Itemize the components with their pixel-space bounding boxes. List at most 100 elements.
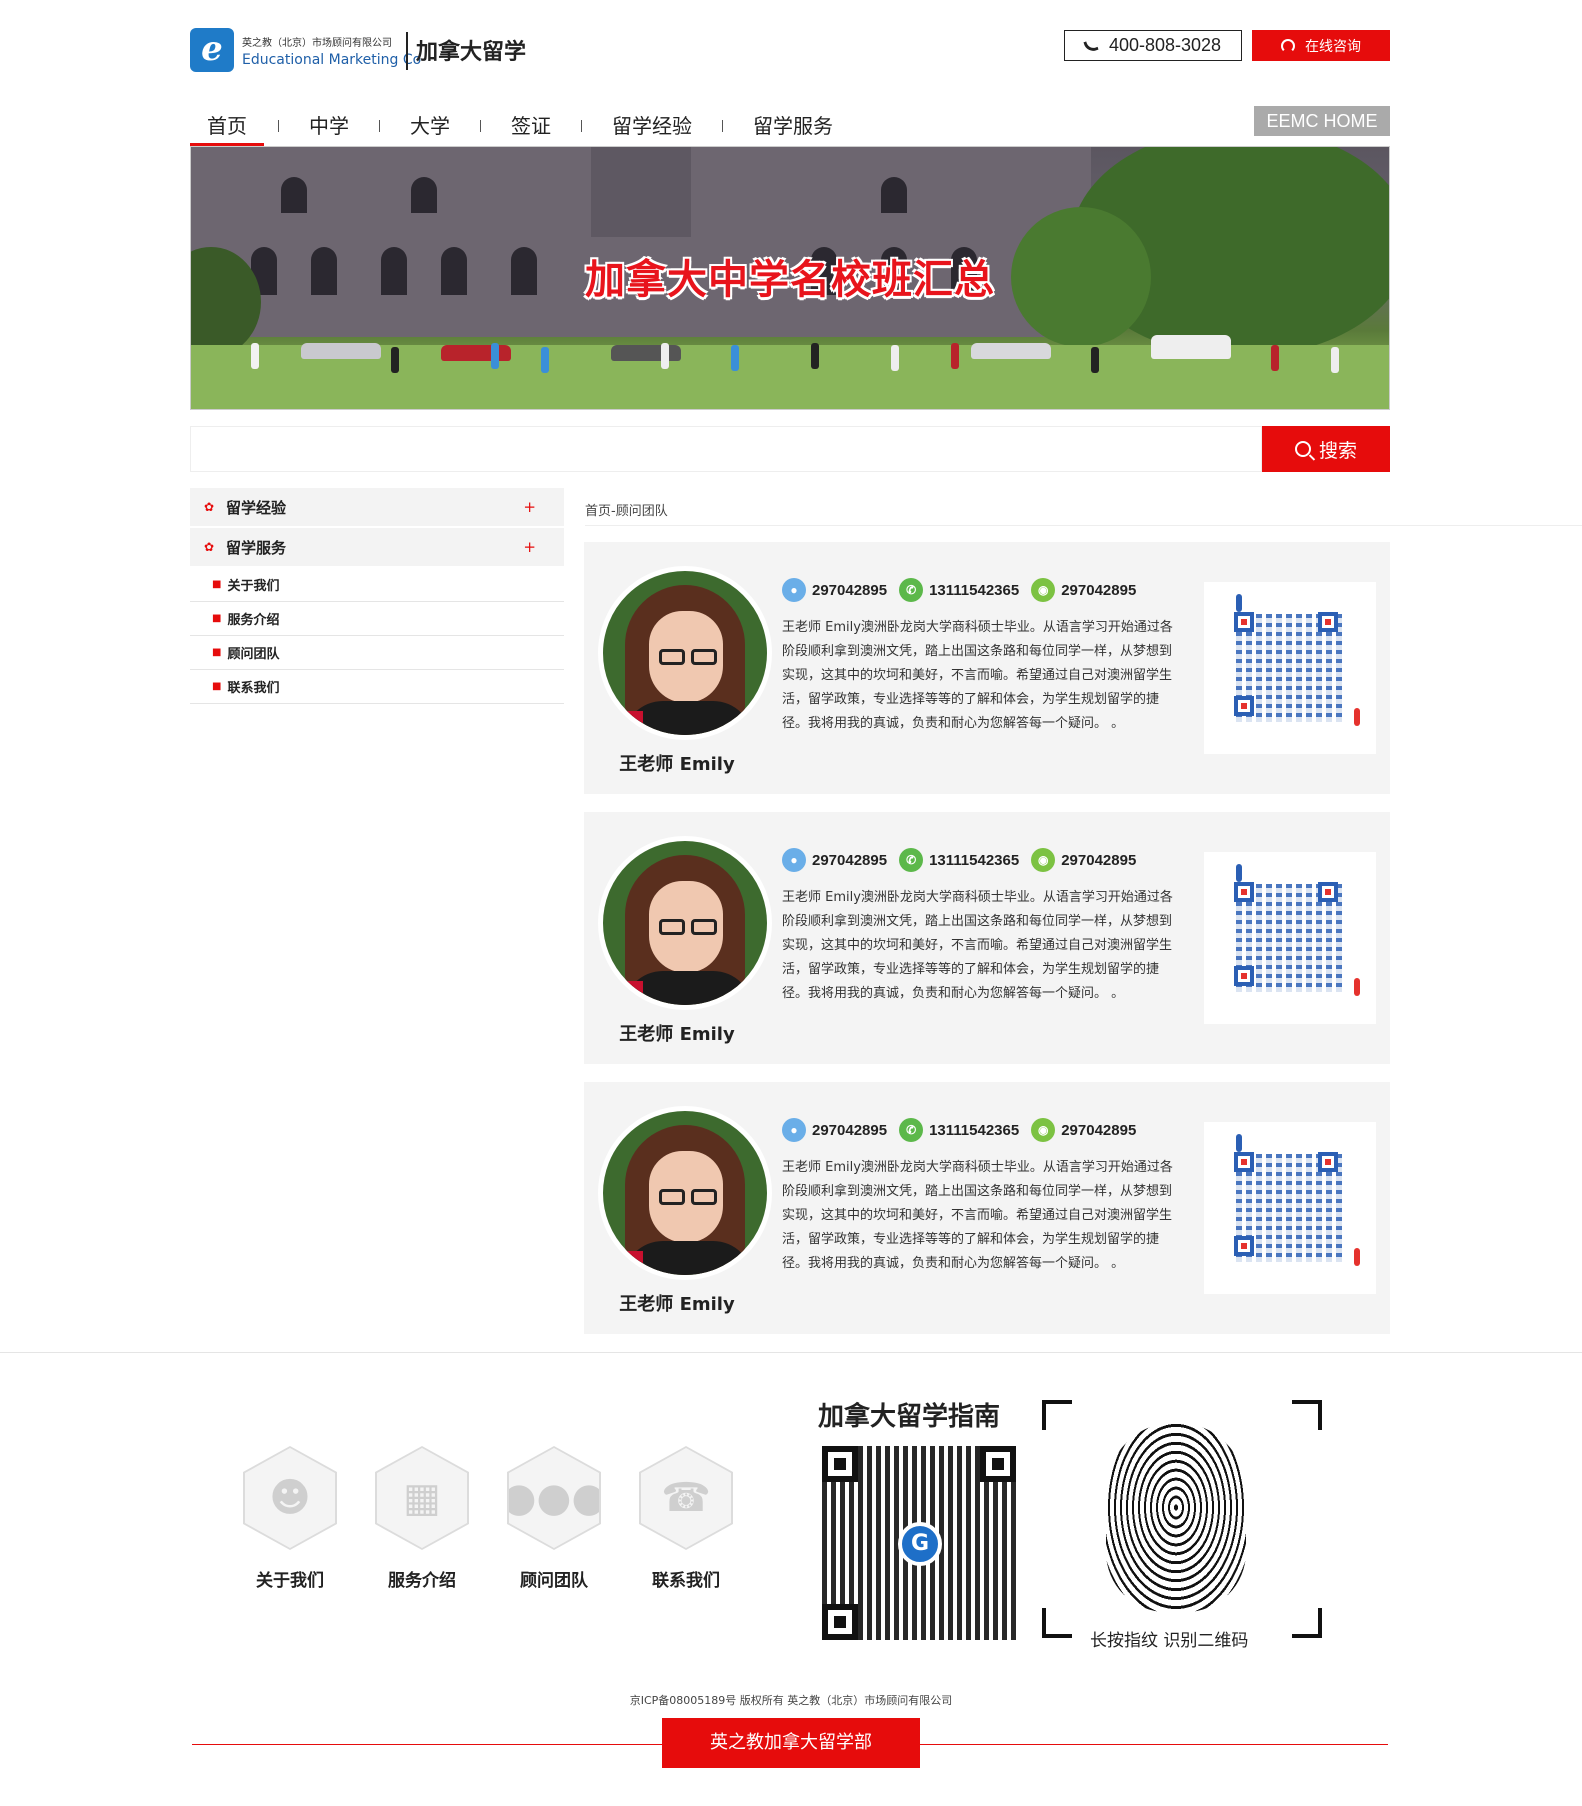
- nav-item-study-services[interactable]: 留学服务: [737, 106, 849, 146]
- nav-item-middle-school[interactable]: 中学: [293, 106, 365, 146]
- main-nav: 首页 中学 大学 签证 留学经验 留学服务 EEMC HOME: [190, 106, 1390, 146]
- sidebar-item-label: 服务介绍: [227, 613, 280, 628]
- consultant-qr-code[interactable]: [1204, 1122, 1376, 1294]
- consultant-qr-code[interactable]: [1204, 582, 1376, 754]
- qq-number: 297042895: [812, 1121, 888, 1139]
- whatsapp-number: 13111542365: [929, 851, 1020, 869]
- guide-qr-code[interactable]: G: [822, 1446, 1016, 1640]
- fingerprint-icon[interactable]: [1106, 1422, 1246, 1612]
- sidebar-group-study-experience[interactable]: ✿ 留学经验 +: [190, 488, 564, 526]
- nav-divider: [722, 120, 723, 132]
- sidebar-item-services[interactable]: ■ 服务介绍: [190, 602, 564, 636]
- sidebar-item-label: 联系我们: [227, 681, 280, 696]
- consultant-name: 王老师 Emily: [619, 1294, 735, 1315]
- qq-number: 297042895: [812, 581, 888, 599]
- qr-person-icon: [1236, 594, 1242, 612]
- consultant-contacts: ● 297042895 ✆ 13111542365 ◉ 297042895: [782, 848, 1136, 872]
- eemc-home-button[interactable]: EEMC HOME: [1254, 106, 1390, 136]
- qr-logo-icon: G: [898, 1522, 942, 1566]
- avatar-glasses: [691, 1189, 717, 1205]
- bullet-icon: ■: [212, 647, 222, 658]
- sidebar-group-study-services[interactable]: ✿ 留学服务 +: [190, 528, 564, 566]
- phone-number-box[interactable]: 400-808-3028: [1064, 30, 1242, 61]
- whatsapp-contact[interactable]: ✆ 13111542365: [899, 848, 1019, 872]
- sidebar: ✿ 留学经验 + ✿ 留学服务 + ■ 关于我们 ■ 服务介绍 ■ 顾问团队 ■…: [190, 488, 564, 704]
- expand-plus-icon[interactable]: +: [523, 498, 536, 516]
- logo-icon[interactable]: e: [190, 28, 234, 72]
- avatar-glasses: [659, 919, 685, 935]
- guide-title: 加拿大留学指南: [818, 1402, 1001, 1432]
- qr-finder: [1234, 1152, 1254, 1172]
- users-icon: ☻: [269, 1475, 311, 1521]
- whatsapp-number: 13111542365: [929, 581, 1020, 599]
- footer-link-services[interactable]: ▦ 服务介绍: [372, 1446, 472, 1591]
- banner-window: [281, 177, 307, 213]
- footer-link-contact[interactable]: ☎ 联系我们: [636, 1446, 736, 1591]
- consultant-avatar: [598, 566, 772, 740]
- scan-bracket: [1042, 1400, 1072, 1430]
- nav-divider: [379, 120, 380, 132]
- wechat-contact[interactable]: ◉ 297042895: [1031, 1118, 1136, 1142]
- consultant-description: 王老师 Emily澳洲卧龙岗大学商科硕士毕业。从语言学习开始通过各阶段顺利拿到澳…: [782, 890, 1173, 1001]
- qq-contact[interactable]: ● 297042895: [782, 848, 887, 872]
- banner-car: [441, 345, 511, 361]
- whatsapp-icon: ✆: [899, 848, 924, 872]
- consultant-qr-code[interactable]: [1204, 852, 1376, 1024]
- consultant-card: 王老师 Emily ● 297042895 ✆ 13111542365 ◉ 29…: [584, 812, 1390, 1064]
- banner-player: [1091, 347, 1099, 373]
- qr-finder: [822, 1446, 858, 1482]
- consultant-name: 王老师 Emily: [619, 1024, 735, 1045]
- banner-window: [881, 177, 907, 213]
- nav-divider: [581, 120, 582, 132]
- whatsapp-contact[interactable]: ✆ 13111542365: [899, 578, 1019, 602]
- avatar-shirt: [607, 1251, 643, 1275]
- qr-person-icon: [1236, 1134, 1242, 1152]
- consultant-avatar: [598, 836, 772, 1010]
- qq-contact[interactable]: ● 297042895: [782, 1118, 887, 1142]
- site-title[interactable]: 加拿大留学: [416, 34, 526, 66]
- consultant-avatar: [598, 1106, 772, 1280]
- nav-item-university[interactable]: 大学: [394, 106, 466, 146]
- sidebar-item-about-us[interactable]: ■ 关于我们: [190, 568, 564, 602]
- nav-divider: [480, 120, 481, 132]
- qr-finder: [1318, 1152, 1338, 1172]
- hero-banner[interactable]: 加拿大中学名校班汇总: [190, 146, 1390, 410]
- qr-finder: [1234, 1236, 1254, 1256]
- whatsapp-icon: ✆: [899, 1118, 924, 1142]
- online-consult-button[interactable]: 在线咨询: [1252, 30, 1390, 61]
- qr-person-icon: [1354, 708, 1360, 726]
- qq-icon: ●: [782, 578, 806, 602]
- qr-finder: [1234, 882, 1254, 902]
- banner-tower: [591, 147, 691, 237]
- scan-bracket: [1292, 1608, 1322, 1638]
- nav-item-study-experience[interactable]: 留学经验: [596, 106, 708, 146]
- scan-bracket: [1292, 1400, 1322, 1430]
- search-input[interactable]: [190, 426, 1262, 472]
- consultant-card: 王老师 Emily ● 297042895 ✆ 13111542365 ◉ 29…: [584, 542, 1390, 794]
- search-button-label: 搜索: [1318, 439, 1357, 462]
- banner-car: [971, 343, 1051, 359]
- sidebar-item-consultant-team[interactable]: ■ 顾问团队: [190, 636, 564, 670]
- bottom-department-tag[interactable]: 英之教加拿大留学部: [662, 1718, 920, 1768]
- whatsapp-contact[interactable]: ✆ 13111542365: [899, 1118, 1019, 1142]
- qq-icon: ●: [782, 848, 806, 872]
- nav-divider: [278, 120, 279, 132]
- search-button[interactable]: 搜索: [1262, 426, 1390, 472]
- footer-link-about-us[interactable]: ☻ 关于我们: [240, 1446, 340, 1591]
- footer-link-team[interactable]: ●●● 顾问团队: [504, 1446, 604, 1591]
- wechat-contact[interactable]: ◉ 297042895: [1031, 848, 1136, 872]
- nav-item-visa[interactable]: 签证: [495, 106, 567, 146]
- nav-item-home[interactable]: 首页: [190, 106, 264, 146]
- qr-finder: [1234, 966, 1254, 986]
- whatsapp-number: 13111542365: [929, 1121, 1020, 1139]
- breadcrumb[interactable]: 首页-顾问团队: [585, 500, 668, 519]
- qq-contact[interactable]: ● 297042895: [782, 578, 887, 602]
- sidebar-item-contact-us[interactable]: ■ 联系我们: [190, 670, 564, 704]
- banner-player: [1331, 347, 1339, 373]
- icp-copyright: 京ICP备08005189号 版权所有 英之教（北京）市场顾问有限公司: [629, 1694, 953, 1707]
- sidebar-item-label: 关于我们: [227, 579, 280, 594]
- expand-plus-icon[interactable]: +: [523, 538, 536, 556]
- wechat-contact[interactable]: ◉ 297042895: [1031, 578, 1136, 602]
- banner-player: [491, 343, 499, 369]
- headset-icon: [1281, 38, 1295, 53]
